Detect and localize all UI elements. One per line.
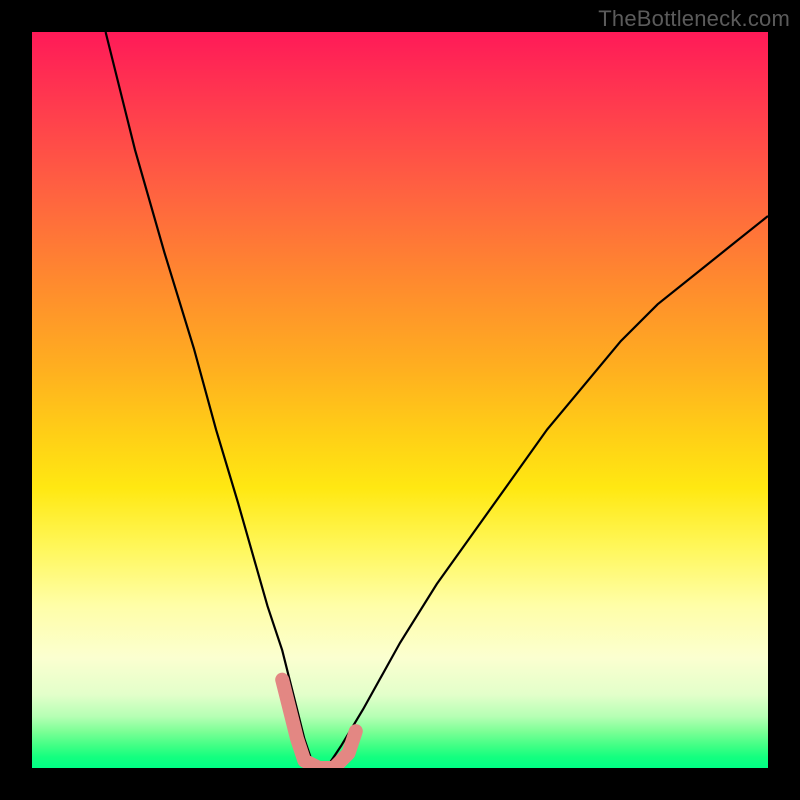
curves-svg <box>32 32 768 768</box>
watermark-text: TheBottleneck.com <box>598 6 790 32</box>
chart-frame: TheBottleneck.com <box>0 0 800 800</box>
plot-area <box>32 32 768 768</box>
right-branch-line <box>326 216 768 768</box>
left-branch-line <box>106 32 312 761</box>
